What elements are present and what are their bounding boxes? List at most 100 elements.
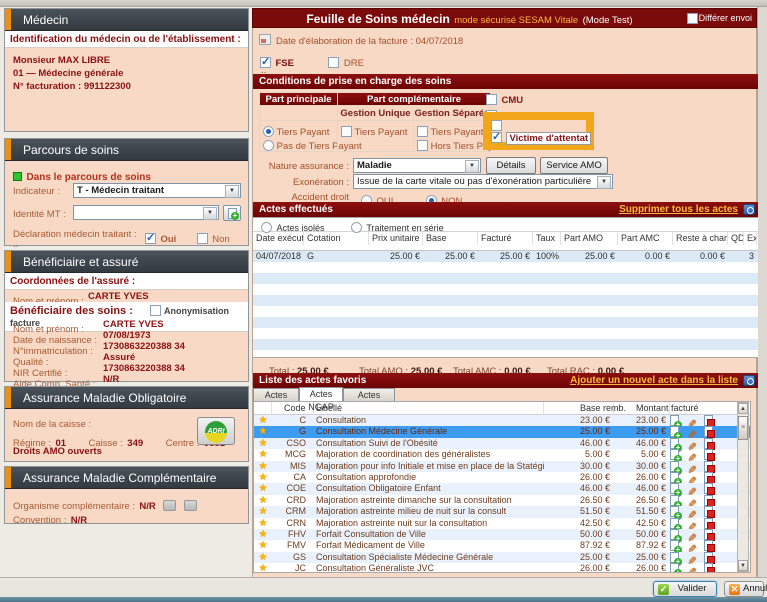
indicateur-select[interactable]: T - Médecin traitant <box>73 183 241 198</box>
actes-column-header[interactable]: Prix unitaire <box>369 232 423 245</box>
remove-act-icon[interactable] <box>704 461 713 472</box>
favoris-row[interactable]: ★JCConsultation Généraliste JVC26.00 €26… <box>254 563 750 573</box>
acte-row[interactable]: 04/07/2018G25.00 €25.00 €25.00 €100%25.0… <box>253 251 758 262</box>
remove-act-icon[interactable] <box>704 449 713 460</box>
identite-mt-select[interactable] <box>73 205 219 220</box>
favorite-star-icon[interactable]: ★ <box>259 563 268 573</box>
remove-act-icon[interactable] <box>704 506 713 517</box>
favoris-row[interactable]: ★COEConsultation Obligatoire Enfant46.00… <box>254 483 750 494</box>
favorite-star-icon[interactable]: ★ <box>259 529 268 540</box>
supprimer-actes-icon[interactable] <box>743 204 755 215</box>
details-button[interactable]: Détails <box>486 157 536 174</box>
actes-column-header[interactable]: Exo <box>744 232 757 245</box>
edit-act-icon[interactable]: ✎ <box>685 567 698 573</box>
add-medecin-traitant-icon[interactable] <box>223 205 241 221</box>
add-act-icon[interactable] <box>670 415 679 426</box>
differer-envoi-checkbox[interactable] <box>687 13 698 24</box>
add-act-icon[interactable] <box>670 506 679 517</box>
gs-tiers-payant-checkbox[interactable] <box>417 126 428 137</box>
pas-tiers-payant-radio[interactable] <box>263 140 274 151</box>
remove-act-icon[interactable] <box>704 426 713 437</box>
nature-assurance-select[interactable]: Maladie <box>353 158 481 173</box>
favoris-row[interactable]: ★GSConsultation Spécialiste Médecine Gén… <box>254 552 750 563</box>
valider-button[interactable]: ✓ Valider <box>653 581 717 597</box>
favoris-scrollbar[interactable]: ▲ ≡ ▼ <box>737 402 749 572</box>
remove-act-icon[interactable] <box>704 415 713 426</box>
favoris-row[interactable]: ★FMVForfait Médicament de Ville87.92 €87… <box>254 540 750 551</box>
anonymisation-checkbox[interactable] <box>150 305 161 316</box>
remove-act-icon[interactable] <box>704 552 713 563</box>
favoris-row[interactable]: ★CRMMajoration astreinte milieu de nuit … <box>254 506 750 517</box>
annuler-button[interactable]: ✕ Annuler <box>724 581 764 597</box>
actes-column-header[interactable]: Cotation <box>304 232 369 245</box>
actes-column-header[interactable]: Reste à charge <box>673 232 728 245</box>
add-act-icon[interactable] <box>670 472 679 483</box>
favorite-star-icon[interactable]: ★ <box>259 506 268 517</box>
actes-column-header[interactable]: Date exécution <box>253 232 304 245</box>
remove-act-icon[interactable] <box>704 438 713 449</box>
favorite-star-icon[interactable]: ★ <box>259 449 268 460</box>
actes-column-header[interactable]: QD <box>728 232 744 245</box>
tab-actes-ngap[interactable]: Actes NGAP <box>299 387 343 401</box>
scroll-down-icon[interactable]: ▼ <box>738 560 748 571</box>
adri-button[interactable]: ADRI <box>197 417 235 445</box>
favorite-star-icon[interactable]: ★ <box>259 472 268 483</box>
favoris-column-header[interactable]: Base remb. <box>544 402 614 415</box>
favoris-row[interactable]: ★MCGMajoration de coordination des génér… <box>254 449 750 460</box>
scroll-up-icon[interactable]: ▲ <box>738 403 748 414</box>
exoneration-select[interactable]: Issue de la carte vitale ou pas d'éxonér… <box>353 174 613 189</box>
favoris-column-header[interactable]: Libellé <box>314 402 544 415</box>
tab-actes-ccam[interactable]: Actes CCAM <box>253 388 299 401</box>
favorite-star-icon[interactable]: ★ <box>259 483 268 494</box>
ajouter-acte-icon[interactable] <box>743 375 755 386</box>
add-act-icon[interactable] <box>670 449 679 460</box>
add-act-icon[interactable] <box>670 461 679 472</box>
favoris-row[interactable]: ★GConsultation Médecine Générale25.00 €2… <box>254 426 750 437</box>
supprimer-actes-link[interactable]: Supprimer tous les actes <box>619 202 738 217</box>
favorite-star-icon[interactable]: ★ <box>259 438 268 449</box>
victime-attentat-checkbox[interactable] <box>491 132 502 143</box>
add-act-icon[interactable] <box>670 552 679 563</box>
remove-act-icon[interactable] <box>704 563 713 573</box>
service-amo-button[interactable]: Service AMO <box>540 157 608 174</box>
scroll-thumb[interactable]: ≡ <box>738 416 748 440</box>
add-act-icon[interactable] <box>670 529 679 540</box>
favoris-row[interactable]: ★CConsultation23.00 €23.00 €✎ <box>254 415 750 426</box>
add-act-icon[interactable] <box>670 426 679 437</box>
actes-column-header[interactable]: Part AMC <box>618 232 673 245</box>
favorite-star-icon[interactable]: ★ <box>259 495 268 506</box>
favorite-star-icon[interactable]: ★ <box>259 415 268 426</box>
favoris-row[interactable]: ★CRNMajoration astreinte nuit sur la con… <box>254 518 750 529</box>
tiers-payant-radio[interactable] <box>263 126 274 137</box>
actes-isoles-radio[interactable] <box>261 222 272 233</box>
favoris-row[interactable]: ★CAConsultation approfondie26.00 €26.00 … <box>254 472 750 483</box>
add-act-icon[interactable] <box>670 438 679 449</box>
tab-actes-composes[interactable]: Actes composés <box>343 388 395 401</box>
add-act-icon[interactable] <box>670 495 679 506</box>
favoris-column-header[interactable] <box>254 402 272 415</box>
favoris-column-header[interactable]: Montant facturé <box>614 402 670 415</box>
favoris-row[interactable]: ★MISMajoration pour info Initiale et mis… <box>254 461 750 472</box>
actes-column-header[interactable]: Base <box>423 232 478 245</box>
gu-tiers-payant-checkbox[interactable] <box>341 126 352 137</box>
remove-act-icon[interactable] <box>704 472 713 483</box>
favoris-row[interactable]: ★CSOConsultation Suivi de l'Obésité46.00… <box>254 438 750 449</box>
favoris-row[interactable]: ★FHVForfait Consultation de Ville50.00 €… <box>254 529 750 540</box>
favorite-star-icon[interactable]: ★ <box>259 426 268 437</box>
favoris-row[interactable]: ★CRDMajoration astreinte dimanche sur la… <box>254 495 750 506</box>
remove-act-icon[interactable] <box>704 540 713 551</box>
traitement-serie-radio[interactable] <box>351 222 362 233</box>
favorite-star-icon[interactable]: ★ <box>259 540 268 551</box>
remove-act-icon[interactable] <box>704 529 713 540</box>
actes-column-header[interactable]: Taux <box>533 232 561 245</box>
favorite-star-icon[interactable]: ★ <box>259 552 268 563</box>
actes-column-header[interactable]: Part AMO <box>561 232 618 245</box>
favorite-star-icon[interactable]: ★ <box>259 461 268 472</box>
remove-act-icon[interactable] <box>704 483 713 494</box>
cmu-checkbox[interactable] <box>486 94 497 105</box>
add-act-icon[interactable] <box>670 540 679 551</box>
ajouter-acte-link[interactable]: Ajouter un nouvel acte dans la liste <box>570 373 738 388</box>
add-act-icon[interactable] <box>670 518 679 529</box>
hors-tiers-payant-checkbox[interactable] <box>417 140 428 151</box>
add-act-icon[interactable] <box>670 483 679 494</box>
